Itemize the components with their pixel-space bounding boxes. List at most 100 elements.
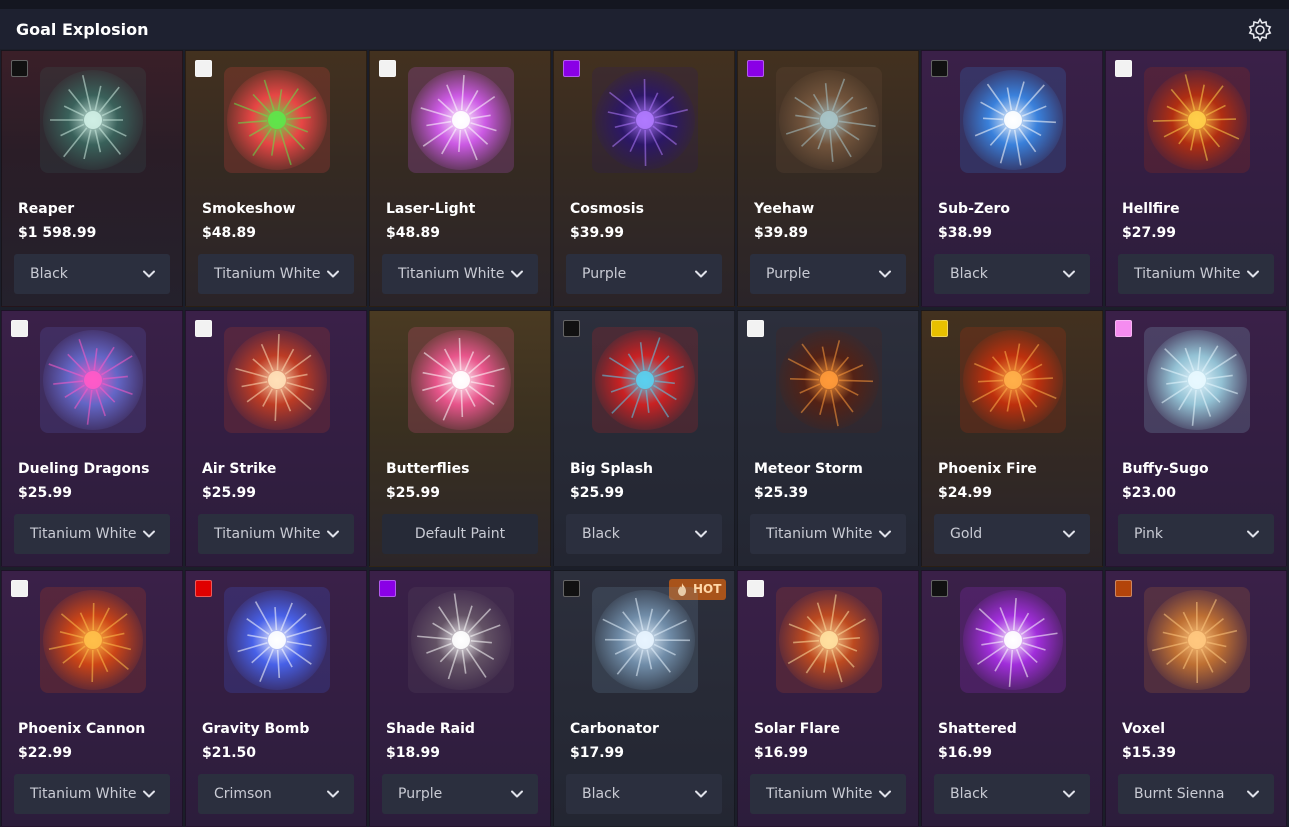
item-artwork bbox=[776, 587, 882, 693]
paint-swatch bbox=[563, 580, 580, 597]
item-price: $38.99 bbox=[938, 225, 992, 241]
item-artwork bbox=[1144, 327, 1250, 433]
item-artwork bbox=[960, 67, 1066, 173]
paint-dropdown[interactable]: Gold bbox=[934, 514, 1090, 554]
item-card[interactable]: Smokeshow$48.89Titanium White bbox=[185, 50, 367, 307]
item-name: Dueling Dragons bbox=[18, 461, 149, 477]
item-artwork bbox=[1144, 587, 1250, 693]
reaper-ghost-icon bbox=[40, 67, 146, 173]
item-card[interactable]: Shade Raid$18.99Purple bbox=[369, 570, 551, 827]
chevron-down-icon bbox=[142, 527, 156, 541]
item-name: Smokeshow bbox=[202, 201, 296, 217]
item-card[interactable]: Phoenix Fire$24.99Gold bbox=[921, 310, 1103, 567]
item-artwork bbox=[224, 67, 330, 173]
paint-dropdown[interactable]: Crimson bbox=[198, 774, 354, 814]
item-price: $27.99 bbox=[1122, 225, 1176, 241]
paint-dropdown[interactable]: Titanium White bbox=[750, 514, 906, 554]
paint-swatch bbox=[11, 60, 28, 77]
chevron-down-icon bbox=[878, 267, 892, 281]
item-name: Yeehaw bbox=[754, 201, 814, 217]
item-name: Butterflies bbox=[386, 461, 469, 477]
paint-dropdown[interactable]: Burnt Sienna bbox=[1118, 774, 1274, 814]
item-price: $39.89 bbox=[754, 225, 808, 241]
item-artwork bbox=[592, 587, 698, 693]
paint-dropdown[interactable]: Titanium White bbox=[750, 774, 906, 814]
item-price: $22.99 bbox=[18, 745, 72, 761]
item-card[interactable]: Gravity Bomb$21.50Crimson bbox=[185, 570, 367, 827]
item-card[interactable]: Reaper$1 598.99Black bbox=[1, 50, 183, 307]
item-price: $16.99 bbox=[938, 745, 992, 761]
item-price: $25.99 bbox=[386, 485, 440, 501]
paint-dropdown[interactable]: Black bbox=[566, 774, 722, 814]
paint-dropdown-label: Titanium White bbox=[214, 526, 321, 542]
paint-dropdown-label: Titanium White bbox=[766, 526, 873, 542]
paint-dropdown[interactable]: Titanium White bbox=[14, 514, 170, 554]
item-name: Phoenix Fire bbox=[938, 461, 1037, 477]
item-card[interactable]: HOTCarbonator$17.99Black bbox=[553, 570, 735, 827]
item-card[interactable]: Big Splash$25.99Black bbox=[553, 310, 735, 567]
item-artwork bbox=[408, 327, 514, 433]
item-name: Air Strike bbox=[202, 461, 276, 477]
item-artwork bbox=[592, 67, 698, 173]
item-card[interactable]: Butterflies $25.99 Default Paint bbox=[369, 310, 551, 567]
item-price: $18.99 bbox=[386, 745, 440, 761]
paint-dropdown[interactable]: Black bbox=[934, 254, 1090, 294]
item-card[interactable]: Solar Flare$16.99Titanium White bbox=[737, 570, 919, 827]
item-card[interactable]: Meteor Storm$25.39Titanium White bbox=[737, 310, 919, 567]
item-name: Voxel bbox=[1122, 721, 1165, 737]
paint-dropdown-label: Pink bbox=[1134, 526, 1163, 542]
item-price: $25.99 bbox=[18, 485, 72, 501]
item-card[interactable]: Yeehaw $39.89 Purple bbox=[737, 50, 919, 307]
item-card[interactable]: Shattered$16.99Black bbox=[921, 570, 1103, 827]
chevron-down-icon bbox=[878, 527, 892, 541]
item-card[interactable]: Air Strike$25.99Titanium White bbox=[185, 310, 367, 567]
buffy-sugo-icon bbox=[1144, 327, 1250, 433]
paint-dropdown-label: Burnt Sienna bbox=[1134, 786, 1225, 802]
cowboy-hat-icon bbox=[776, 67, 882, 173]
item-name: Buffy-Sugo bbox=[1122, 461, 1209, 477]
paint-dropdown[interactable]: Purple bbox=[566, 254, 722, 294]
paint-swatch bbox=[747, 320, 764, 337]
item-name: Sub-Zero bbox=[938, 201, 1010, 217]
paint-dropdown[interactable]: Titanium White bbox=[382, 254, 538, 294]
paint-dropdown[interactable]: Black bbox=[934, 774, 1090, 814]
item-card[interactable]: Buffy-Sugo$23.00Pink bbox=[1105, 310, 1287, 567]
paint-dropdown[interactable]: Black bbox=[566, 514, 722, 554]
paint-dropdown[interactable]: Pink bbox=[1118, 514, 1274, 554]
item-card[interactable]: Cosmosis$39.99Purple bbox=[553, 50, 735, 307]
item-artwork bbox=[40, 327, 146, 433]
paint-dropdown[interactable]: Titanium White bbox=[198, 254, 354, 294]
paint-dropdown[interactable]: Black bbox=[14, 254, 170, 294]
paint-dropdown[interactable]: Purple bbox=[750, 254, 906, 294]
item-card[interactable]: Hellfire$27.99Titanium White bbox=[1105, 50, 1287, 307]
chevron-down-icon bbox=[510, 787, 524, 801]
flaming-skull-icon bbox=[1144, 67, 1250, 173]
item-name: Solar Flare bbox=[754, 721, 840, 737]
paint-swatch bbox=[195, 320, 212, 337]
paint-swatch bbox=[563, 320, 580, 337]
shattered-burst-icon bbox=[960, 587, 1066, 693]
paint-dropdown-label: Black bbox=[582, 526, 620, 542]
paint-swatch bbox=[931, 580, 948, 597]
item-artwork bbox=[408, 587, 514, 693]
laser-burst-icon bbox=[408, 67, 514, 173]
item-card[interactable]: Sub-Zero $38.99 Black bbox=[921, 50, 1103, 307]
chevron-down-icon bbox=[142, 267, 156, 281]
paint-dropdown[interactable]: Titanium White bbox=[198, 514, 354, 554]
paint-swatch bbox=[379, 60, 396, 77]
paint-swatch bbox=[11, 320, 28, 337]
item-card[interactable]: Voxel$15.39Burnt Sienna bbox=[1105, 570, 1287, 827]
item-card[interactable]: Dueling Dragons $25.99 Titanium White bbox=[1, 310, 183, 567]
paint-dropdown[interactable]: Titanium White bbox=[1118, 254, 1274, 294]
paint-dropdown[interactable]: Titanium White bbox=[14, 774, 170, 814]
item-artwork bbox=[592, 327, 698, 433]
chevron-down-icon bbox=[510, 267, 524, 281]
chevron-down-icon bbox=[1246, 787, 1260, 801]
settings-button[interactable] bbox=[1247, 17, 1273, 43]
item-card[interactable]: Laser-Light$48.89Titanium White bbox=[369, 50, 551, 307]
phoenix-icon bbox=[960, 327, 1066, 433]
item-card[interactable]: Phoenix Cannon$22.99Titanium White bbox=[1, 570, 183, 827]
paint-dropdown[interactable]: Purple bbox=[382, 774, 538, 814]
paint-dropdown[interactable]: Default Paint bbox=[382, 514, 538, 554]
paint-dropdown-label: Titanium White bbox=[766, 786, 873, 802]
